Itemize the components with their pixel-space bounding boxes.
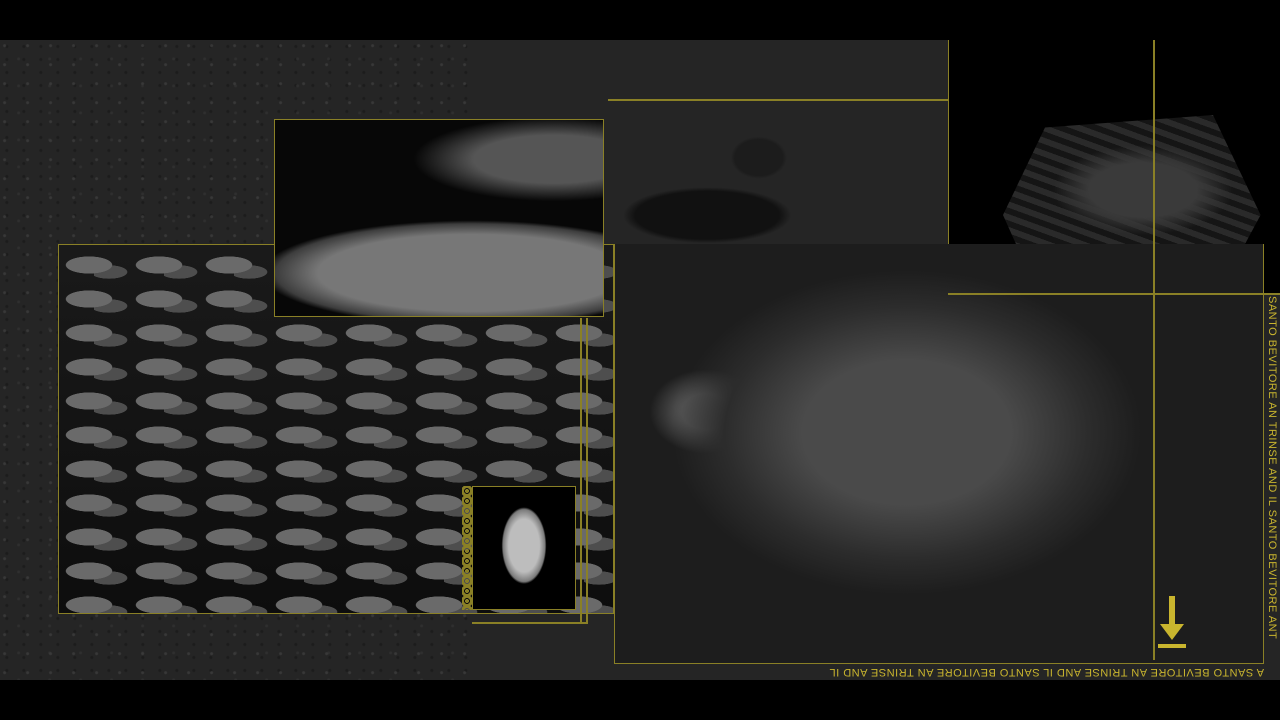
vertical-marquee-text: SANTO BEVITORE AN TRINSE AND IL SANTO BE… [1266,296,1278,640]
wall-frame-bottom-rule [472,622,588,624]
debris-strip-top-line [608,99,948,101]
ornament-chain [462,486,472,610]
divider-line-vertical [1153,40,1155,660]
vertical-marquee: SANTO BEVITORE AN TRINSE AND IL SANTO BE… [1262,296,1280,668]
cave-image [274,119,604,317]
debris-strip [604,100,948,244]
wall-frame-rule-2 [586,318,588,624]
mask-statue-image [472,486,576,610]
wall-frame-rule-1 [580,318,582,624]
stage: SANTO BEVITORE AN TRINSE AND IL SANTO BE… [0,0,1280,720]
horizontal-marquee-text: A SANTO BEVITORE AN TRINSE AND IL SANTO … [829,666,1264,678]
down-arrow-icon[interactable] [1158,594,1188,650]
horizontal-marquee: A SANTO BEVITORE AN TRINSE AND IL SANTO … [614,662,1264,680]
tower-frame-bottom-rule [948,293,1280,295]
